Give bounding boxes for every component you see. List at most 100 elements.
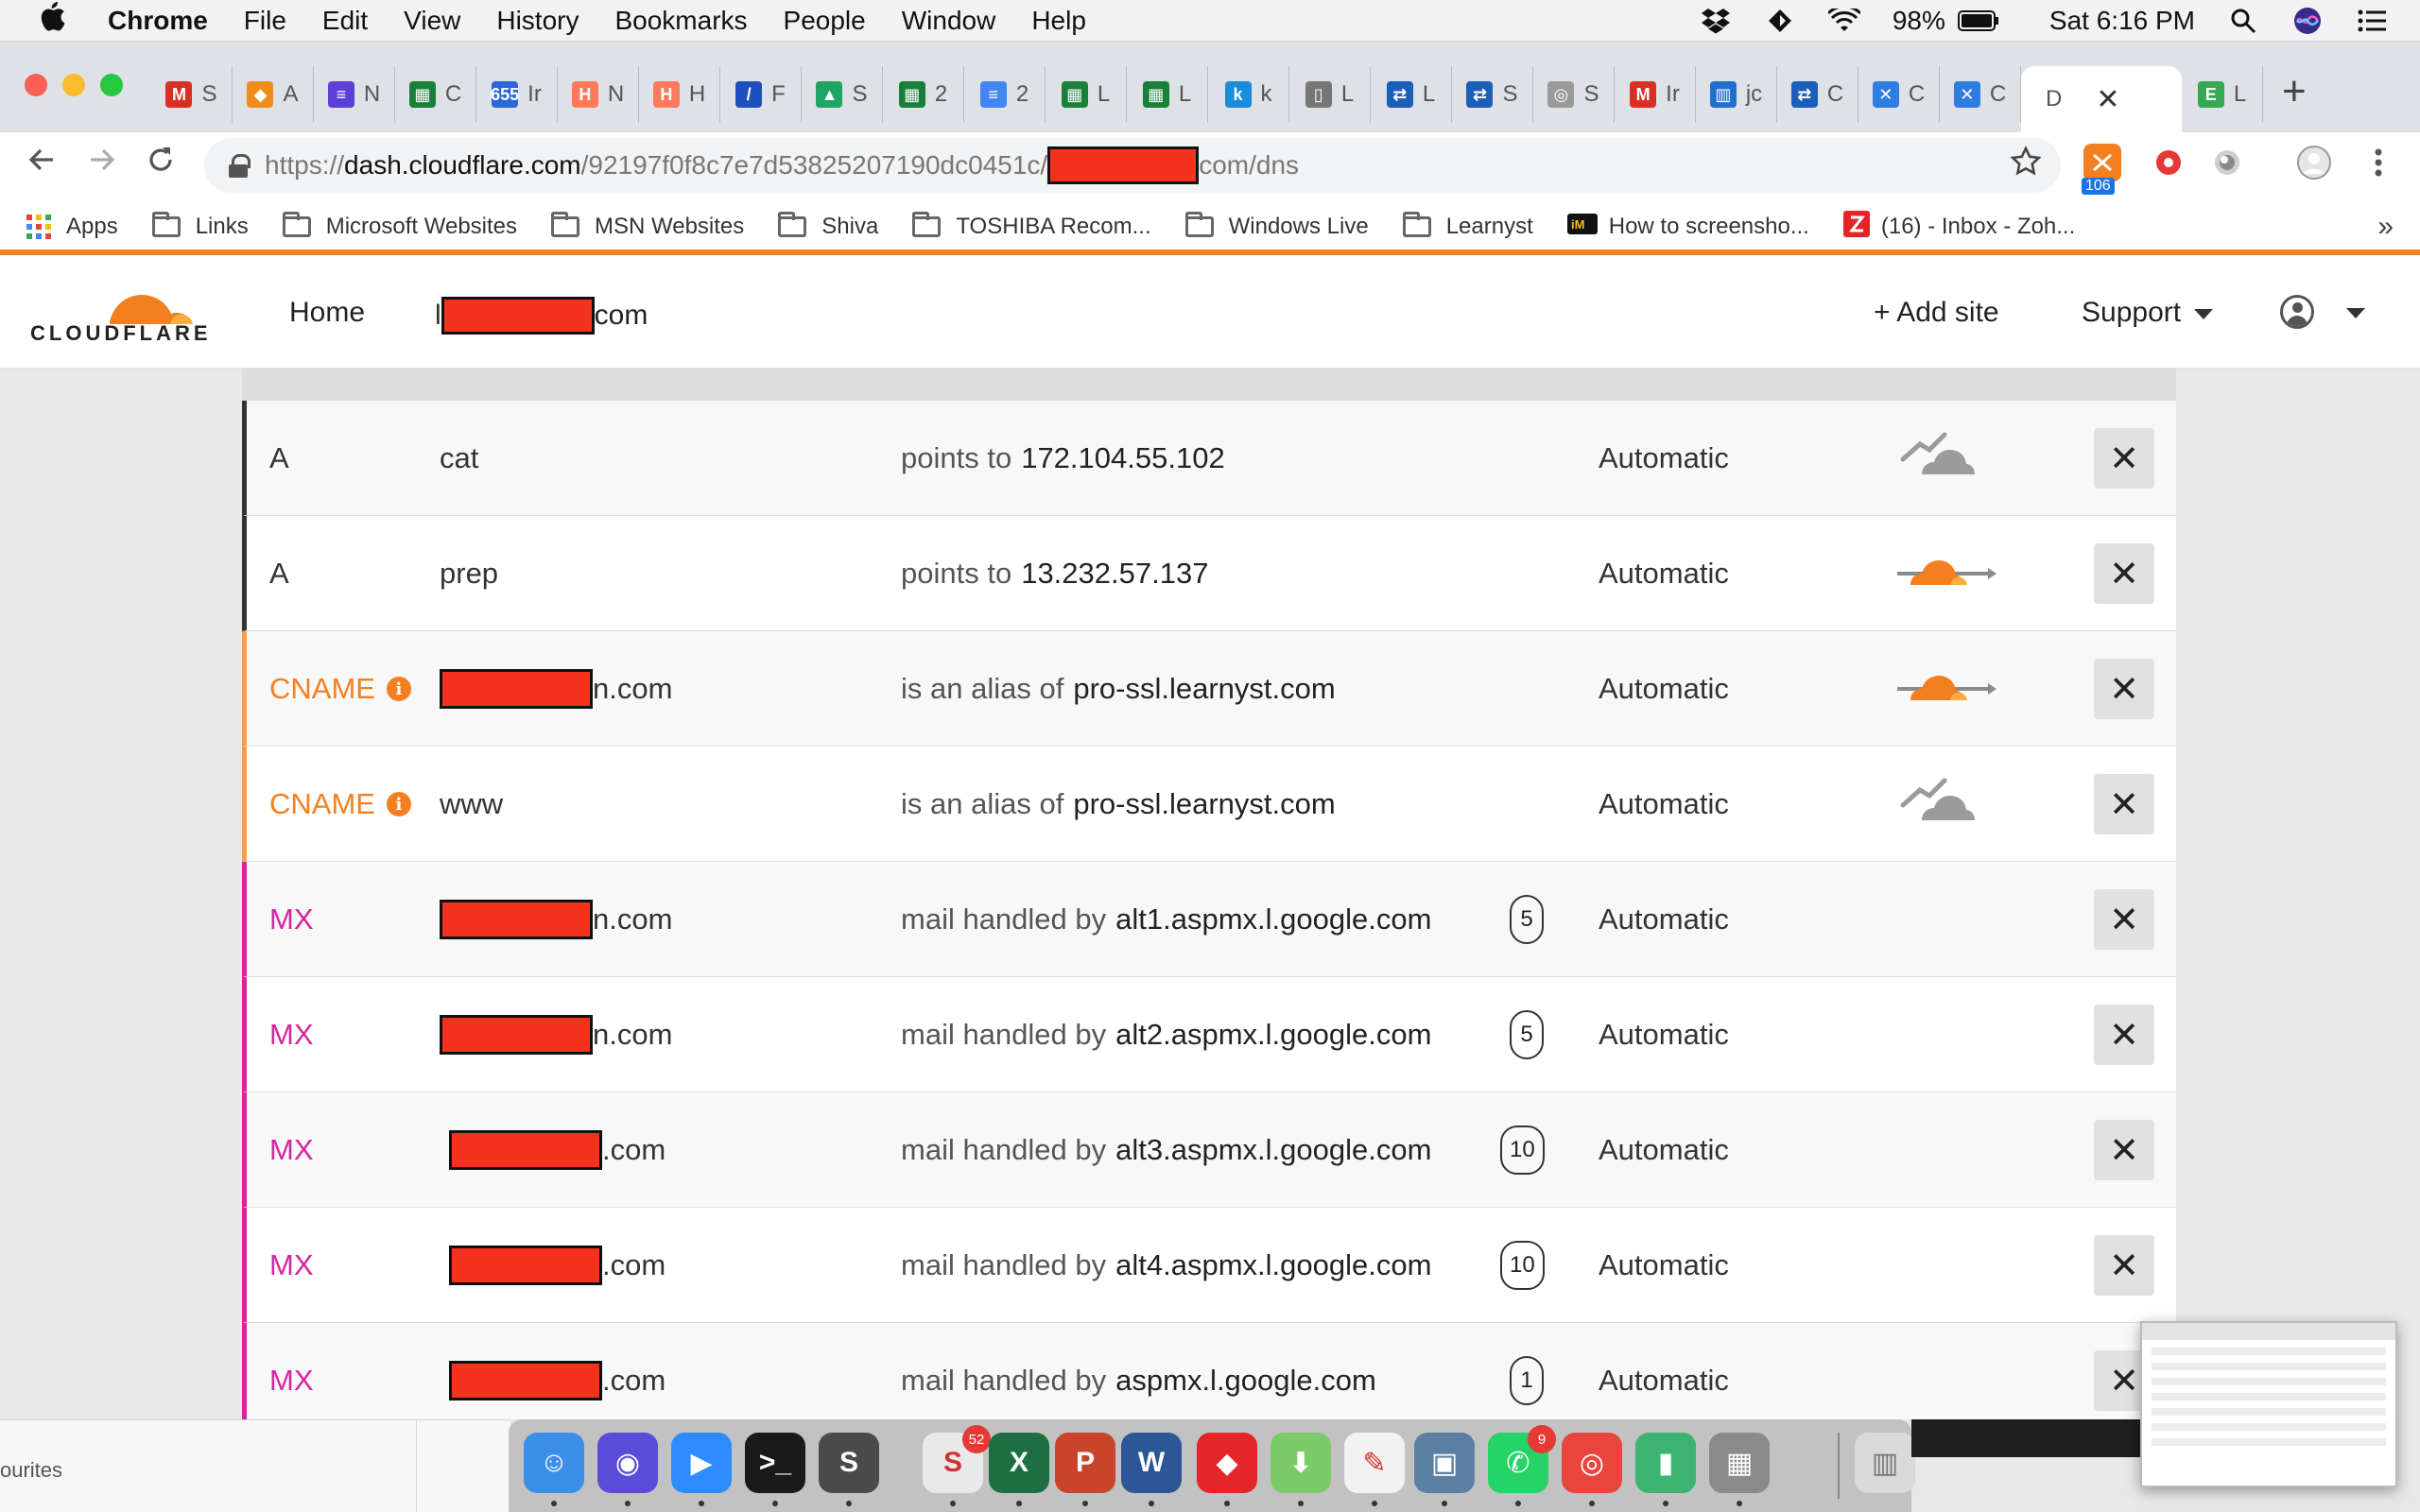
browser-tab[interactable]: M Ir	[1615, 66, 1696, 123]
bookmarks-overflow-button[interactable]: »	[2377, 211, 2394, 243]
bookmark-item[interactable]: Windows Live	[1184, 212, 1369, 240]
anydesk-dock-icon[interactable]: ◆	[1197, 1433, 1257, 1493]
minimize-window-button[interactable]	[62, 74, 85, 96]
record-ttl-cell[interactable]: Automatic	[1599, 977, 1729, 1092]
browser-tab[interactable]: ⇄ L	[1371, 66, 1452, 123]
bookmark-item[interactable]: TOSHIBA Recom...	[912, 212, 1151, 240]
clock[interactable]: Sat 6:16 PM	[2049, 6, 2195, 36]
browser-tab[interactable]: ▦ C	[395, 66, 476, 123]
forward-button[interactable]	[87, 144, 117, 184]
menu-help[interactable]: Help	[1031, 6, 1086, 36]
menu-bookmarks[interactable]: Bookmarks	[614, 6, 747, 36]
delete-record-button[interactable]: ✕	[2094, 428, 2154, 489]
chrome-menu-icon[interactable]	[2360, 144, 2397, 181]
delete-record-button[interactable]: ✕	[2094, 1235, 2154, 1296]
record-ttl-cell[interactable]: Automatic	[1599, 401, 1729, 516]
delete-record-button[interactable]: ✕	[2094, 889, 2154, 950]
screenshot-thumbnail-preview[interactable]	[2140, 1321, 2397, 1487]
support-menu[interactable]: Support	[2082, 297, 2214, 329]
reload-button[interactable]	[146, 144, 176, 184]
dns-record-row[interactable]: CNAME i www is an alias of pro-ssl.learnyst.…	[242, 747, 2176, 862]
account-chevron-down-icon[interactable]	[2346, 308, 2365, 318]
record-ttl-cell[interactable]: Automatic	[1599, 631, 1729, 747]
record-content-cell[interactable]: mail handled by alt2.aspmx.l.google.com	[901, 977, 1431, 1092]
browser-tab[interactable]: ▦ 2	[883, 66, 964, 123]
record-content-cell[interactable]: points to 172.104.55.102	[901, 401, 1225, 516]
browser-tab[interactable]: ⇄ C	[1777, 66, 1858, 123]
secure-lock-icon[interactable]	[229, 154, 251, 178]
browser-tab[interactable]: ◆ A	[233, 66, 314, 123]
whatsapp-dock-icon[interactable]: ✆ 9	[1488, 1425, 1556, 1493]
installer-dock-icon[interactable]: ⬇	[1270, 1433, 1331, 1493]
browser-tab[interactable]: MS	[151, 66, 233, 123]
browser-tab[interactable]: HH	[639, 66, 720, 123]
record-ttl-cell[interactable]: Automatic	[1599, 1208, 1729, 1323]
extension-feed-icon[interactable]: 106	[2082, 144, 2121, 195]
proxy-status-cell[interactable]	[1897, 516, 2001, 631]
record-ttl-cell[interactable]: Automatic	[1599, 1092, 1729, 1208]
bookmark-item[interactable]: iM How to screensho...	[1566, 213, 1809, 241]
bookmark-item[interactable]: Apps	[26, 214, 118, 240]
browser-tab[interactable]: ≡ N	[314, 66, 395, 123]
dns-record-row[interactable]: MX n.com mail handled by alt1.aspmx.l.googl…	[242, 862, 2176, 977]
zoom-dock-icon[interactable]: ▶	[671, 1433, 732, 1493]
delete-record-button[interactable]: ✕	[2094, 659, 2154, 719]
browser-tab[interactable]: ▦ L	[1046, 66, 1127, 123]
record-content-cell[interactable]: is an alias of pro-ssl.learnyst.com	[901, 631, 1336, 747]
bookmark-item[interactable]: Shiva	[778, 212, 878, 240]
browser-tab[interactable]: ◎ S	[1533, 66, 1615, 123]
dns-only-grey-cloud-icon[interactable]	[1897, 777, 1986, 832]
proxy-status-cell[interactable]	[1897, 401, 1986, 516]
record-ttl-cell[interactable]: Automatic	[1599, 862, 1729, 977]
delete-record-button[interactable]: ✕	[2094, 1005, 2154, 1065]
preview-dock-icon[interactable]: ▣	[1414, 1433, 1475, 1493]
terminal-dock-icon[interactable]: >_	[745, 1433, 805, 1493]
textedit-dock-icon[interactable]: ✎	[1344, 1433, 1405, 1493]
circle-extension-icon[interactable]	[2208, 144, 2246, 181]
bookmark-item[interactable]: Learnyst	[1402, 212, 1533, 240]
bookmark-item[interactable]: (16) - Inbox - Zoh...	[1842, 210, 2075, 244]
proxy-status-cell[interactable]	[1897, 631, 2001, 747]
excel-dock-icon[interactable]: X	[989, 1433, 1049, 1493]
browser-tab[interactable]: ⇄ S	[1452, 66, 1533, 123]
powerpoint-dock-icon[interactable]: P	[1055, 1433, 1115, 1493]
delete-record-button[interactable]: ✕	[2094, 1120, 2154, 1180]
menu-view[interactable]: View	[404, 6, 460, 36]
record-extension-icon[interactable]	[2150, 144, 2187, 181]
nav-current-site[interactable]: l com	[435, 297, 648, 335]
back-button[interactable]	[26, 144, 57, 184]
bookmark-item[interactable]: MSN Websites	[551, 212, 744, 240]
delete-record-button[interactable]: ✕	[2094, 774, 2154, 834]
bookmark-star-icon[interactable]	[2010, 145, 2042, 186]
record-name-cell[interactable]: n.com	[440, 862, 672, 977]
record-ttl-cell[interactable]: Automatic	[1599, 747, 1729, 862]
address-bar[interactable]: https:// dash.cloudflare.com /92197f0f8c…	[204, 138, 2061, 193]
menu-people[interactable]: People	[784, 6, 866, 36]
slack-dock-icon[interactable]: S 52	[923, 1425, 991, 1493]
browser-tab[interactable]: 655 Ir	[476, 66, 558, 123]
new-tab-button[interactable]: +	[2282, 68, 2307, 115]
record-ttl-cell[interactable]: Automatic	[1599, 1323, 1729, 1419]
browser-tab[interactable]: / F	[720, 66, 802, 123]
delete-record-button[interactable]: ✕	[2094, 543, 2154, 604]
browser-tab[interactable]: EL	[2182, 66, 2263, 123]
menu-history[interactable]: History	[496, 6, 579, 36]
bookmark-item[interactable]: Links	[151, 212, 249, 240]
diamond-app-icon[interactable]	[1764, 7, 1796, 35]
dns-record-row[interactable]: MX .com mail handled by aspmx.l.google.com 1…	[242, 1323, 2176, 1419]
record-content-cell[interactable]: points to 13.232.57.137	[901, 516, 1208, 631]
record-name-cell[interactable]: n.com	[440, 977, 672, 1092]
dns-record-row[interactable]: CNAME i n.com is an alias of pro-ssl.learnys…	[242, 631, 2176, 747]
account-avatar-icon[interactable]	[2280, 295, 2314, 329]
info-icon[interactable]: i	[386, 677, 411, 701]
browser-tab[interactable]: ✕ C	[1858, 66, 1940, 123]
nav-home-link[interactable]: Home	[289, 297, 365, 329]
siri-dock-icon[interactable]: ◉	[597, 1433, 658, 1493]
profile-avatar-icon[interactable]	[2295, 144, 2333, 181]
record-content-cell[interactable]: mail handled by aspmx.l.google.com	[901, 1323, 1376, 1419]
add-site-button[interactable]: + Add site	[1874, 297, 1999, 329]
menu-file[interactable]: File	[244, 6, 286, 36]
finder-dock-icon[interactable]: ☺	[524, 1433, 584, 1493]
siri-icon[interactable]	[2291, 7, 2324, 35]
dns-record-row[interactable]: Acat points to 172.104.55.102 Automatic ✕	[242, 401, 2176, 516]
